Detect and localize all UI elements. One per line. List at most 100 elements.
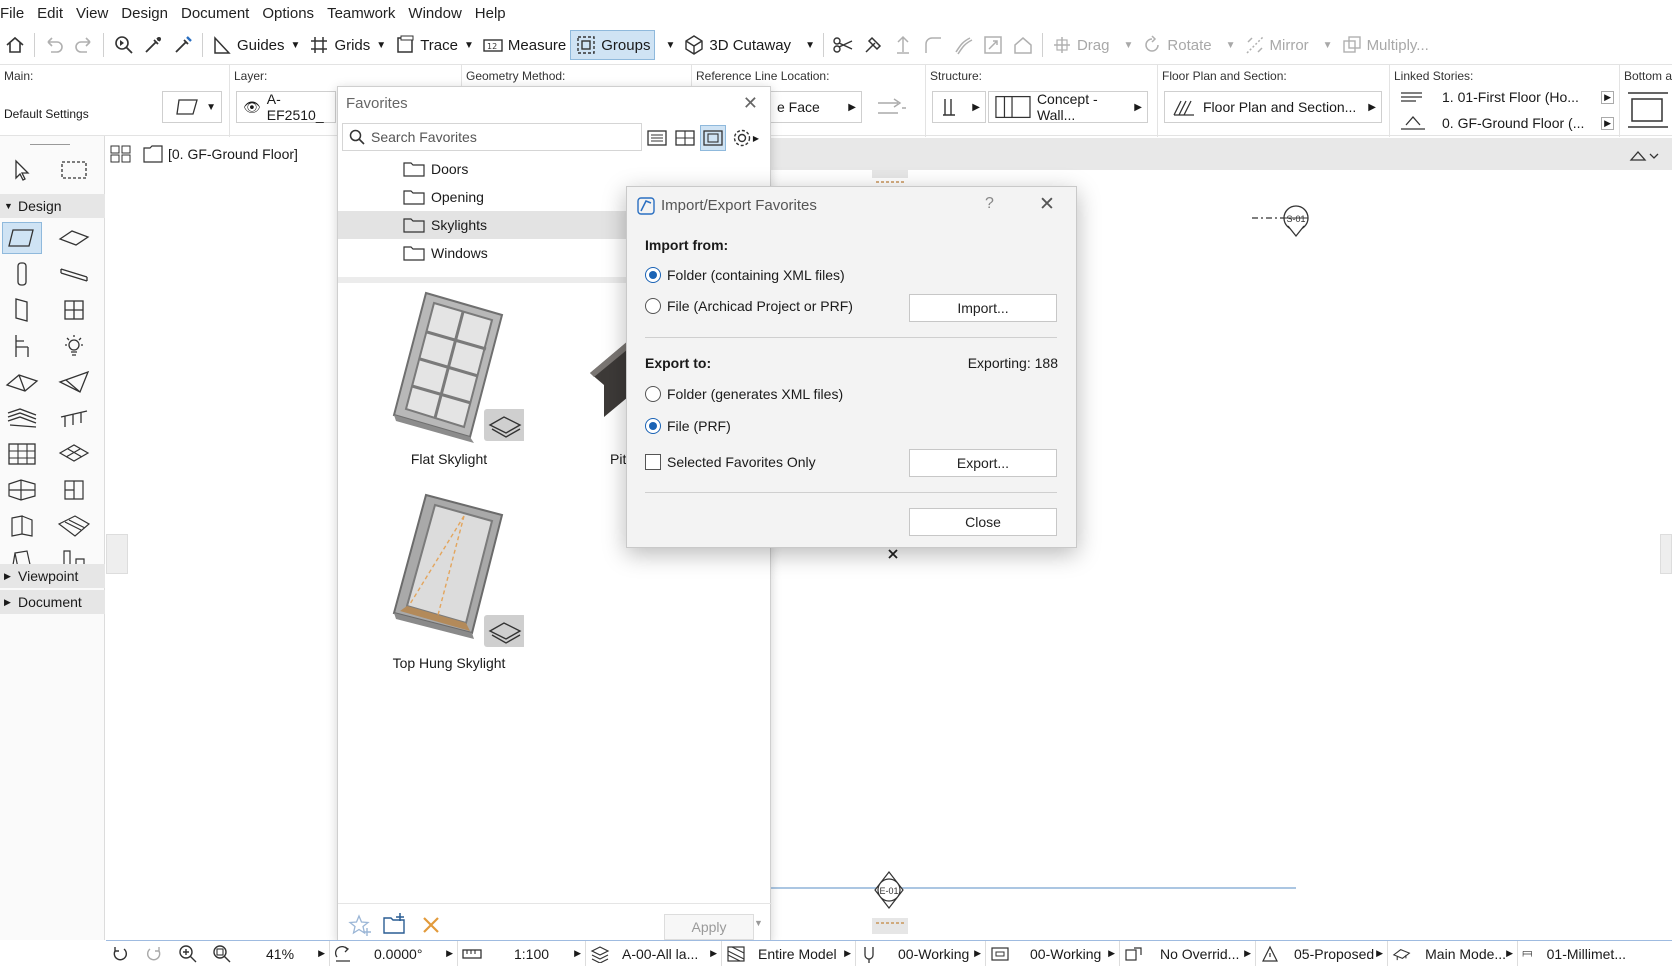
large-preview-button[interactable]: [700, 125, 726, 151]
groups-dropdown[interactable]: ▼: [655, 30, 679, 60]
wall-tool[interactable]: [2, 222, 42, 254]
favorite-top-hung-skylight[interactable]: [374, 491, 526, 661]
graphic-override-field[interactable]: No Overrid... ▶: [1120, 940, 1256, 966]
layer-combination-field[interactable]: A-00-All la... ▶: [586, 940, 722, 966]
measure-button[interactable]: 12 Measure: [478, 30, 570, 60]
drag-caret-icon[interactable]: ▼: [1123, 40, 1133, 51]
geometry-shape-selector[interactable]: ▼: [162, 91, 222, 123]
drag-button[interactable]: Drag ▼: [1047, 30, 1137, 60]
groups-caret-icon[interactable]: ▼: [665, 40, 675, 51]
menu-view[interactable]: View: [75, 5, 120, 22]
undo-button[interactable]: [39, 30, 69, 60]
toolbox-document-header[interactable]: ▶ Document: [0, 590, 105, 614]
grids-caret-icon[interactable]: ▼: [376, 40, 386, 51]
selected-only-checkbox[interactable]: [645, 454, 661, 470]
structure-type-selector[interactable]: ▶: [932, 91, 986, 123]
bottom-offset-icon[interactable]: [1626, 89, 1670, 131]
marquee-tool[interactable]: [54, 154, 94, 186]
favorites-search-input[interactable]: [371, 129, 631, 145]
3d-cutaway-caret-icon[interactable]: ▼: [805, 40, 815, 51]
favorite-flat-skylight[interactable]: [374, 287, 526, 457]
model-view-option-field[interactable]: Main Mode... ▶: [1388, 940, 1518, 966]
folder-doors[interactable]: Doors: [338, 155, 772, 183]
scale-field[interactable]: 1:100 ▶: [458, 940, 586, 966]
dialog-help-icon[interactable]: ?: [985, 195, 994, 213]
export-folder-option[interactable]: Folder (generates XML files): [645, 386, 843, 402]
redo-button[interactable]: [69, 30, 99, 60]
quick-options-icon[interactable]: [1628, 146, 1668, 166]
new-folder-icon[interactable]: [382, 912, 408, 936]
syringe-button[interactable]: [168, 30, 198, 60]
grids-button[interactable]: Grids ▼: [304, 30, 390, 60]
home-button[interactable]: [0, 30, 30, 60]
apply-caret-icon[interactable]: ▼: [754, 918, 763, 928]
tab-grid-icon[interactable]: [110, 144, 132, 164]
import-folder-option[interactable]: Folder (containing XML files): [645, 267, 845, 283]
beam-tool[interactable]: [54, 258, 94, 290]
elevate-button[interactable]: [888, 30, 918, 60]
find-select-button[interactable]: [108, 30, 138, 60]
export-folder-radio[interactable]: [645, 386, 661, 402]
trim-roof-button[interactable]: [1008, 30, 1038, 60]
rotate-caret-icon[interactable]: ▼: [1226, 40, 1236, 51]
favorite-pit[interactable]: [588, 337, 628, 457]
menu-help[interactable]: Help: [474, 5, 518, 22]
column-tool[interactable]: [2, 258, 42, 290]
linked-top-arrow-icon[interactable]: ▶: [1601, 90, 1614, 104]
fit-window-button[interactable]: [208, 941, 242, 966]
roof-tool[interactable]: [2, 366, 42, 398]
redo-zoom-button[interactable]: [140, 941, 174, 966]
mvo-field[interactable]: 00-Working ▶: [986, 940, 1120, 966]
3d-cutaway-button[interactable]: 3D Cutaway ▼: [679, 30, 819, 60]
mirror-button[interactable]: Mirror ▼: [1240, 30, 1337, 60]
orientation-field[interactable]: 0.0000° ▶: [330, 940, 458, 966]
dialog-close-icon[interactable]: ✕: [1039, 193, 1055, 216]
arrow-tool[interactable]: [2, 154, 42, 186]
mesh-tool[interactable]: [54, 438, 94, 470]
curtain-wall-tool[interactable]: [2, 438, 42, 470]
split-button[interactable]: [828, 30, 858, 60]
toolbox-viewpoint-header[interactable]: ▶ Viewpoint: [0, 564, 105, 588]
selected-only-option[interactable]: Selected Favorites Only: [645, 454, 816, 470]
rotate-button[interactable]: Rotate ▼: [1137, 30, 1239, 60]
fillet-button[interactable]: [918, 30, 948, 60]
zone-tool[interactable]: [54, 474, 94, 506]
right-panel-handle[interactable]: [1660, 534, 1672, 574]
tab-ground-floor[interactable]: [0. GF-Ground Floor]: [142, 142, 298, 166]
zoom-in-button[interactable]: [174, 941, 208, 966]
guides-button[interactable]: Guides ▼: [207, 30, 304, 60]
eyedropper-button[interactable]: [138, 30, 168, 60]
railing-tool[interactable]: [54, 402, 94, 434]
delete-icon[interactable]: [420, 914, 442, 936]
flip-icon[interactable]: [874, 97, 908, 119]
apply-button[interactable]: Apply: [664, 914, 754, 940]
resize-button[interactable]: [978, 30, 1008, 60]
menu-window[interactable]: Window: [407, 5, 473, 22]
skylight-tool[interactable]: [2, 510, 42, 542]
guides-caret-icon[interactable]: ▼: [291, 40, 301, 51]
menu-file[interactable]: File: [0, 5, 36, 22]
export-button[interactable]: Export...: [909, 449, 1057, 477]
linked-bottom-story[interactable]: 0. GF-Ground Floor (... ▶: [1398, 111, 1614, 135]
list-view-button[interactable]: [644, 125, 670, 151]
menu-options[interactable]: Options: [261, 5, 326, 22]
offset-button[interactable]: [948, 30, 978, 60]
zoom-level-field[interactable]: 41% ▶: [242, 940, 330, 966]
add-favorite-icon[interactable]: [348, 914, 372, 936]
door-tool[interactable]: [2, 294, 42, 326]
dimension-field[interactable]: 01-Millimet...: [1518, 941, 1630, 966]
object-tool[interactable]: [2, 330, 42, 362]
pen-set-field[interactable]: 00-Working ▶: [856, 940, 986, 966]
grid-view-button[interactable]: [672, 125, 698, 151]
shell-tool[interactable]: [54, 366, 94, 398]
undo-zoom-button[interactable]: [106, 941, 140, 966]
toolbox-design-header[interactable]: ▼ Design: [0, 194, 105, 218]
linked-bottom-arrow-icon[interactable]: ▶: [1601, 116, 1614, 130]
window-tool[interactable]: [54, 294, 94, 326]
linked-top-story[interactable]: 1. 01-First Floor (Ho... ▶: [1398, 85, 1614, 109]
favorites-close-icon[interactable]: ✕: [743, 93, 758, 114]
menu-document[interactable]: Document: [180, 5, 261, 22]
toolbox-grip[interactable]: [30, 144, 70, 145]
import-folder-radio[interactable]: [645, 267, 661, 283]
renovation-field[interactable]: 05-Proposed ▶: [1256, 940, 1388, 966]
